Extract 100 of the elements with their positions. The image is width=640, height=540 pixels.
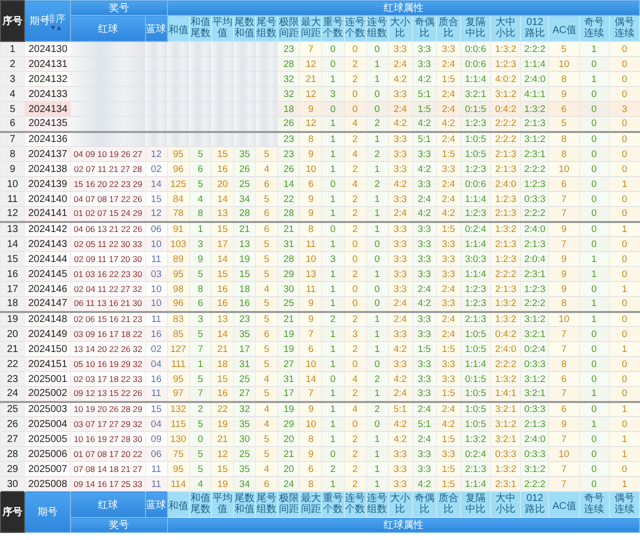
table-cell: 1 — [322, 72, 344, 86]
column-header: 大小比 — [388, 492, 412, 518]
table-cell: 4 — [189, 192, 212, 206]
table-cell: 6 — [548, 372, 580, 386]
table-cell: 0 — [609, 266, 640, 282]
table-cell: 9 — [548, 266, 580, 282]
table-cell: 0 — [579, 236, 610, 252]
column-header: 极限间距 — [278, 16, 300, 42]
table-cell: 5 — [0, 102, 25, 116]
column-header: 极限间距 — [278, 492, 300, 518]
column-header: 平均值 — [211, 16, 234, 42]
table-cell: 1 — [579, 296, 610, 312]
table-cell: 0 — [609, 296, 640, 312]
table-cell: 0 — [609, 162, 640, 176]
column-header: 质合比 — [436, 16, 461, 42]
table-cell: 24 — [0, 386, 25, 402]
table-cell: 1 — [579, 252, 610, 266]
table-cell: 0 — [609, 206, 640, 222]
column-header: 和值 — [167, 16, 190, 42]
table-cell: 0 — [322, 56, 344, 72]
column-header: 红球 — [70, 492, 146, 518]
table-cell: 0 — [609, 146, 640, 162]
table-cell: 4 — [189, 476, 212, 492]
table-cell: 0 — [579, 56, 610, 72]
table-cell: 1 — [609, 282, 640, 296]
table-cell: 0 — [579, 102, 610, 116]
table-cell: 1 — [609, 432, 640, 446]
column-header: 012路比 — [520, 492, 549, 518]
table-cell: 20 — [0, 326, 25, 342]
table-cell: 0 — [609, 386, 640, 402]
column-header: 连号组数 — [366, 16, 388, 42]
table-cell: 0 — [609, 416, 640, 432]
column-header: 和值尾数 — [189, 16, 212, 42]
table-cell: 0 — [609, 372, 640, 386]
table-cell: 1 — [366, 56, 388, 72]
table-cell: 9 — [548, 282, 580, 296]
column-header: 最大间距 — [300, 492, 322, 518]
table-cell: 0 — [579, 476, 610, 492]
table-cell: 0 — [322, 372, 344, 386]
column-header: 偶号连续 — [609, 16, 640, 42]
table-cell: 21 — [0, 342, 25, 356]
table-cell: 1 — [609, 446, 640, 462]
table-cell: 6 — [548, 102, 580, 116]
table-cell: 1 — [322, 236, 344, 252]
table-cell: 19 — [0, 312, 25, 326]
table-cell: 1 — [366, 162, 388, 176]
table-cell: 7 — [300, 42, 322, 56]
table-cell: 30 — [0, 476, 25, 492]
blurred-cell — [189, 132, 212, 146]
table-cell: 1 — [322, 146, 344, 162]
table-cell: 1 — [579, 42, 610, 56]
table-cell: 0 — [579, 342, 610, 356]
table-cell: 25 — [0, 402, 25, 416]
column-header: 蓝球 — [145, 492, 168, 518]
table-cell: 8 — [548, 72, 580, 86]
table-cell: 4 — [256, 416, 278, 432]
table-cell: 1 — [0, 42, 25, 56]
table-cell: 10 — [548, 162, 580, 176]
table-cell: 12 — [0, 206, 25, 222]
table-cell: 1 — [366, 266, 388, 282]
group-header: 红球属性 — [167, 518, 640, 532]
table-cell: 10 — [548, 56, 580, 72]
column-header: 和值 — [167, 492, 190, 518]
table-cell: 4 — [0, 86, 25, 102]
column-header: 连号个数 — [344, 492, 366, 518]
column-header: 连号组数 — [366, 492, 388, 518]
table-cell: 7 — [548, 476, 580, 492]
table-cell: 23 — [0, 372, 25, 386]
table-cell: 7 — [548, 386, 580, 402]
column-header: 复隔中比 — [460, 492, 491, 518]
table-cell: 0 — [609, 42, 640, 56]
table-cell: 1 — [322, 342, 344, 356]
table-cell: 3 — [609, 102, 640, 116]
table-cell: 0 — [579, 192, 610, 206]
table-cell: 1 — [322, 416, 344, 432]
table-cell: 0 — [579, 162, 610, 176]
blurred-cell — [189, 116, 212, 132]
table-cell: 5 — [548, 116, 580, 132]
table-cell: 1 — [322, 282, 344, 296]
blurred-cell — [211, 116, 234, 132]
table-cell: 3 — [322, 86, 344, 102]
table-cell: 1 — [322, 266, 344, 282]
table-cell: 8 — [0, 146, 25, 162]
table-cell: 0 — [322, 446, 344, 462]
table-cell: 10 — [548, 446, 580, 462]
group-header: 红球属性 — [167, 0, 640, 16]
table-cell: 9 — [548, 86, 580, 102]
table-cell: 0 — [579, 446, 610, 462]
table-cell: 8 — [548, 146, 580, 162]
table-cell: 26 — [0, 416, 25, 432]
table-cell: 0 — [609, 236, 640, 252]
table-cell: 1 — [366, 462, 388, 476]
table-cell: 0 — [579, 432, 610, 446]
table-cell: 13 — [0, 222, 25, 236]
table-cell: 1 — [366, 432, 388, 446]
table-cell: 0 — [579, 326, 610, 342]
table-cell: 1 — [322, 162, 344, 176]
table-cell: 7 — [189, 342, 212, 356]
column-header: 尾号组数 — [256, 16, 278, 42]
blurred-cell — [145, 116, 168, 132]
